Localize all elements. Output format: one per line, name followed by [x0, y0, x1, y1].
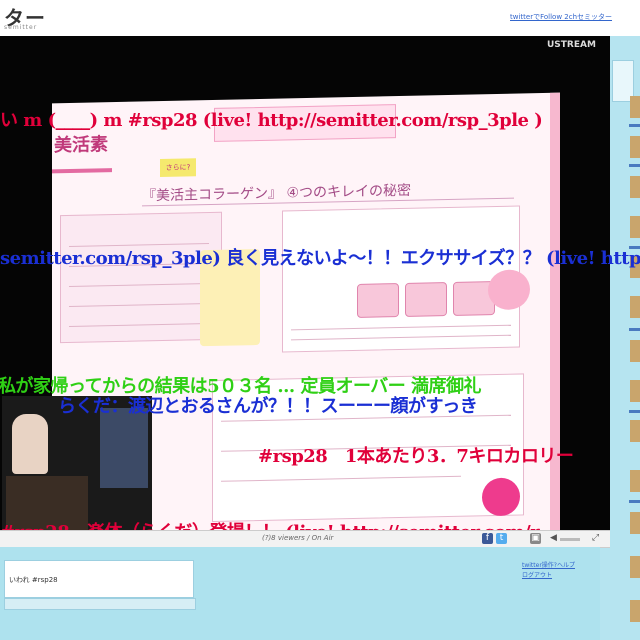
facebook-share-icon[interactable]: f: [482, 533, 493, 544]
sidebar-link[interactable]: [629, 164, 640, 167]
presenter-screen: [100, 408, 148, 488]
video-player[interactable]: USTREAM 美活素 さらに? 『美活主コラーゲン』 ④つのキレイの秘密 い …: [0, 36, 640, 560]
viewer-count: (?)8 viewers / On Air: [262, 534, 334, 542]
overlay-comment: らくだ：渡辺とおるさんが？！！スーーー顔がすっき: [58, 396, 478, 417]
chat-input[interactable]: いわれ #rsp28: [4, 560, 194, 598]
help-link[interactable]: twitter操作?ヘルプ: [522, 560, 575, 569]
slide-badge: さらに?: [160, 158, 196, 178]
sidebar-link[interactable]: [629, 410, 640, 413]
overlay-comment: い m (____) m #rsp28 (live! http://semitt…: [0, 110, 543, 131]
slide-logo: 美活素: [54, 134, 108, 157]
sidebar-user-avatar[interactable]: [630, 470, 640, 492]
sidebar-link[interactable]: [629, 500, 640, 503]
sidebar-link[interactable]: [629, 328, 640, 331]
header-link[interactable]: twitterでFollow 2chセミッター: [510, 12, 612, 22]
video-controls-bar: (?)8 viewers / On Air f t ▣ ◀ ⤢: [0, 530, 610, 548]
presenter-person: [12, 414, 48, 474]
slide-panel: [60, 211, 222, 344]
sidebar-user-avatar[interactable]: [630, 340, 640, 362]
sidebar-user-avatar[interactable]: [630, 556, 640, 578]
overlay-comment: semitter.com/rsp_3ple) 良く見えないよ～！！エクササイズ？…: [0, 248, 640, 269]
twitter-share-icon[interactable]: t: [496, 533, 507, 544]
sidebar-user-avatar[interactable]: [630, 600, 640, 622]
top-header: ター semitter twitterでFollow 2chセミッター: [0, 0, 640, 37]
slide-text-line: [69, 283, 209, 287]
sidebar-link[interactable]: [629, 124, 640, 127]
overlay-comment: #rsp28 1本あたり3．7キロカロリー: [258, 446, 574, 467]
site-logo-subtitle: semitter: [4, 24, 38, 31]
slide-logo-bar: [52, 168, 112, 174]
sidebar-user-avatar[interactable]: [630, 136, 640, 158]
sidebar-user-avatar[interactable]: [630, 176, 640, 198]
slide-apple-graphic: [488, 269, 530, 311]
ustream-logo: USTREAM: [547, 40, 596, 50]
slide-text-line: [291, 324, 511, 331]
fullscreen-icon[interactable]: ⤢: [590, 533, 601, 544]
slide-panel: [282, 205, 520, 353]
slide-text-line: [69, 323, 209, 327]
volume-slider[interactable]: [560, 538, 580, 541]
slide-feature-tile: [405, 282, 447, 317]
chat-submit-bar[interactable]: [4, 598, 196, 610]
sidebar-user-avatar[interactable]: [630, 216, 640, 238]
slide-text-line: [69, 303, 209, 307]
sidebar-user-avatar[interactable]: [630, 380, 640, 402]
slide-feature-tile: [357, 283, 399, 318]
slide-text-line: [291, 334, 511, 341]
sidebar-user-avatar[interactable]: [630, 96, 640, 118]
volume-icon[interactable]: ◀: [548, 533, 559, 544]
popout-icon[interactable]: ▣: [530, 533, 541, 544]
logout-link[interactable]: ログアウト: [522, 570, 552, 579]
slide-text-line: [221, 475, 461, 482]
sidebar-user-avatar[interactable]: [630, 420, 640, 442]
sidebar-user-avatar[interactable]: [630, 512, 640, 534]
sidebar-user-avatar[interactable]: [630, 296, 640, 318]
